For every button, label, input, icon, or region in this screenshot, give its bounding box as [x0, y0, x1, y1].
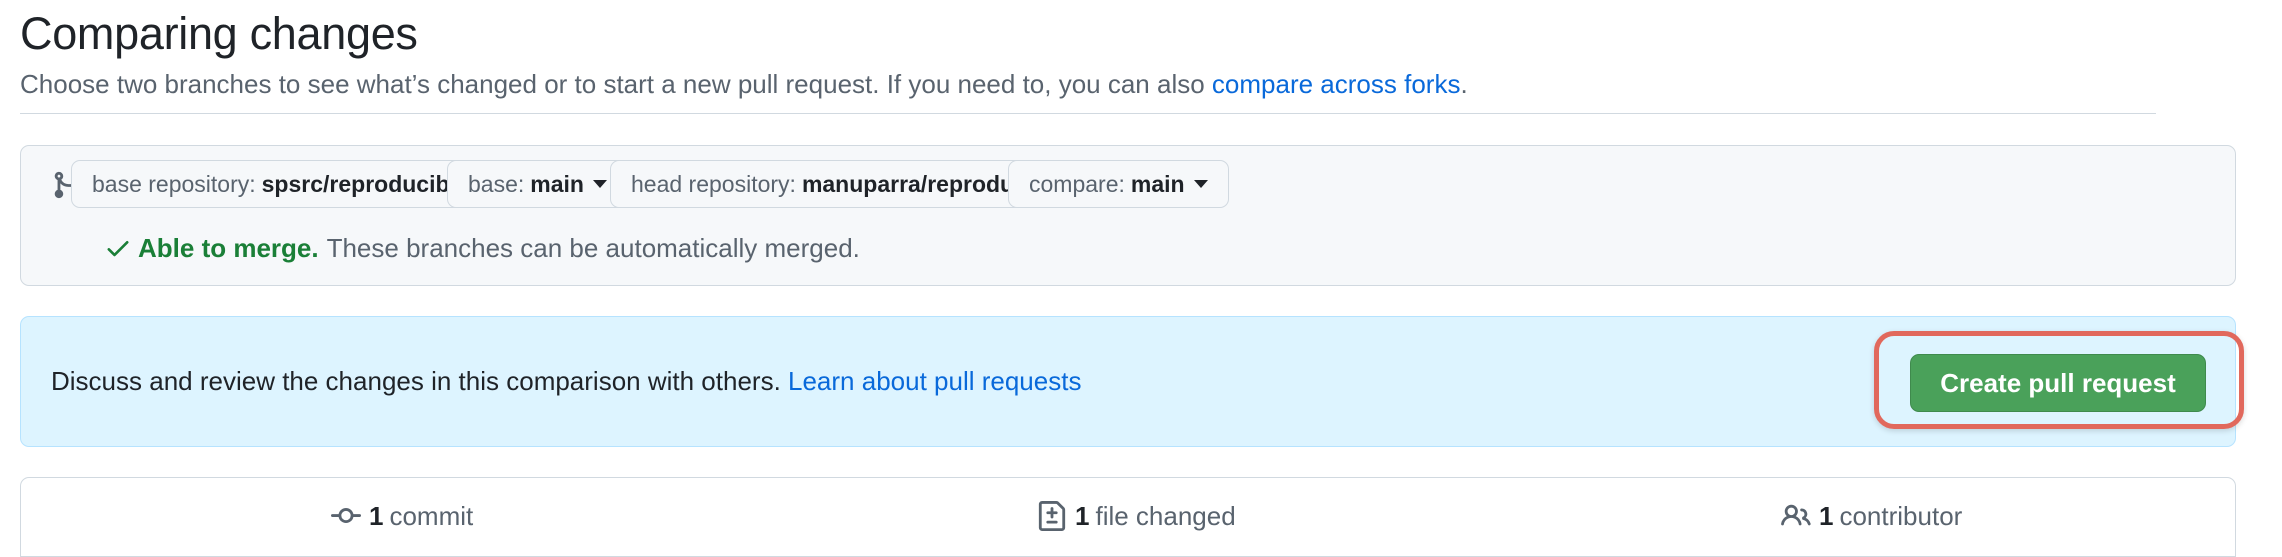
info-text: Discuss and review the changes in this c… — [51, 363, 1081, 399]
files-changed-stat[interactable]: 1 file changed — [1037, 498, 1236, 534]
create-pull-request-button[interactable]: Create pull request — [1910, 354, 2206, 412]
people-icon — [1781, 504, 1811, 526]
commit-icon — [331, 508, 361, 524]
compare-stats-bar: 1 commit 1 file changed 1 contributor — [20, 477, 2236, 557]
page-title: Comparing changes — [20, 8, 418, 59]
contributors-stat[interactable]: 1 contributor — [1781, 498, 1962, 534]
range-editor: base repository: spsrc/reproducibility-co… — [20, 145, 2236, 286]
merge-status: Able to merge. These branches can be aut… — [104, 230, 860, 266]
info-message: Discuss and review the changes in this c… — [51, 366, 789, 396]
file-diff-icon — [1038, 501, 1066, 531]
files-label: file changed — [1095, 501, 1236, 531]
base-branch-label: base: — [468, 170, 525, 197]
commits-count: 1 — [369, 501, 384, 531]
contributors-label: contributor — [1839, 501, 1963, 531]
compare-branch-label: compare: — [1029, 170, 1125, 197]
subtitle-end: . — [1460, 69, 1468, 99]
head-repository-label: head repository: — [631, 170, 796, 197]
header-divider — [20, 113, 2156, 114]
merge-status-label: Able to merge. — [138, 233, 319, 263]
compare-across-forks-link[interactable]: compare across forks — [1212, 69, 1461, 99]
base-repository-label: base repository: — [92, 170, 256, 197]
merge-status-message: These branches can be automatically merg… — [326, 233, 860, 263]
page-subtitle: Choose two branches to see what’s change… — [20, 66, 1468, 102]
subtitle-text: Choose two branches to see what’s change… — [20, 69, 1212, 99]
check-icon — [107, 241, 129, 257]
learn-about-pull-requests-link[interactable]: Learn about pull requests — [788, 366, 1081, 396]
caret-down-icon — [1193, 180, 1208, 188]
compare-branch-value: main — [1130, 170, 1185, 197]
base-branch-value: main — [530, 170, 584, 197]
caret-down-icon — [592, 180, 607, 188]
commits-stat[interactable]: 1 commit — [331, 498, 473, 534]
base-branch-select[interactable]: base: main — [447, 160, 628, 208]
compare-branch-select[interactable]: compare: main — [1008, 160, 1229, 208]
commits-label: commit — [389, 501, 474, 531]
files-count: 1 — [1075, 501, 1090, 531]
contributors-count: 1 — [1819, 501, 1834, 531]
